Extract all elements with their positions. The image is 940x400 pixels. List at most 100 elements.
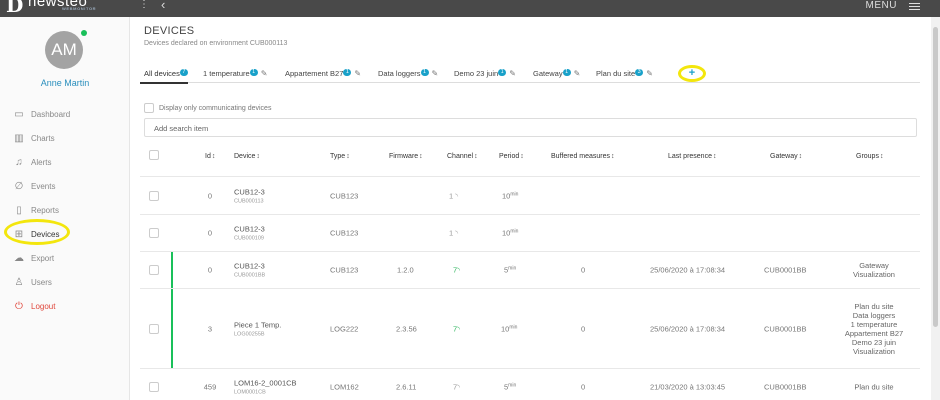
period-cell: 10min <box>502 228 519 238</box>
period-cell: 5min <box>504 265 517 275</box>
sidebar-item-label: Alerts <box>31 158 52 167</box>
pencil-icon[interactable]: ✎ <box>509 69 516 78</box>
device-name-cell[interactable]: CUB12-3 CUB000109 <box>234 225 265 242</box>
more-vertical-icon[interactable]: ⋮ <box>139 0 149 10</box>
menu-label[interactable]: MENU <box>866 0 897 11</box>
sidebar-item-logout[interactable]: ⏻ Logout <box>0 295 130 319</box>
back-chevron-icon[interactable]: ‹ <box>161 0 165 12</box>
add-group-button[interactable]: + <box>678 65 706 82</box>
tab-all-devices[interactable]: All devices 7 <box>144 69 188 78</box>
sidebar-item-dashboard[interactable]: ▭ Dashboard <box>0 103 130 127</box>
only-communicating-checkbox[interactable] <box>144 103 154 113</box>
channel-cell: 1 ◝ <box>449 191 459 200</box>
row-checkbox[interactable] <box>149 382 164 393</box>
sort-icon[interactable]: ↕ <box>799 153 803 160</box>
tab-data-loggers[interactable]: Data loggers 1 ✎ <box>378 69 438 78</box>
power-icon: ⏻ <box>15 301 23 312</box>
pencil-icon[interactable]: ✎ <box>574 69 581 78</box>
groups-cell: Plan du site Data loggers 1 temperature … <box>830 302 918 356</box>
row-checkbox[interactable] <box>149 265 164 276</box>
tab-plan-du-site[interactable]: Plan du site 3 ✎ <box>596 69 653 78</box>
avatar[interactable]: AM <box>45 31 83 69</box>
sidebar-item-label: Dashboard <box>31 110 71 119</box>
sidebar-item-alerts[interactable]: ♫ Alerts <box>0 151 130 175</box>
tab-count-badge: 1 <box>420 69 429 76</box>
row-checkbox[interactable] <box>149 190 164 201</box>
scrollbar-thumb[interactable] <box>933 27 938 327</box>
sort-icon[interactable]: ↕ <box>474 153 478 160</box>
sidebar-item-events[interactable]: ∅ Events <box>0 175 130 199</box>
table-row[interactable]: 3 Piece 1 Temp. LOG00255B LOG222 2.3.56 … <box>140 288 920 368</box>
column-header-gateway[interactable]: Gateway↕ <box>770 153 802 160</box>
table-row[interactable]: 0 CUB12-3 CUB000113 CUB123 1 ◝ 10min <box>140 176 920 214</box>
sidebar-item-charts[interactable]: ▥ Charts <box>0 127 130 151</box>
select-all-checkbox[interactable] <box>149 150 164 160</box>
period-cell: 5min <box>504 382 517 392</box>
column-header-device[interactable]: Device↕ <box>234 153 260 160</box>
pencil-icon[interactable]: ✎ <box>354 69 361 78</box>
sort-icon[interactable]: ↕ <box>256 153 260 160</box>
sidebar-item-users[interactable]: ♙ Users <box>0 271 130 295</box>
column-header-firmware[interactable]: Firmware↕ <box>389 153 423 160</box>
tab-count-badge: 1 <box>343 69 352 76</box>
group-label: Gateway <box>859 261 889 270</box>
column-header-groups[interactable]: Groups↕ <box>856 153 883 160</box>
status-bar <box>171 252 173 288</box>
tab-count-badge: 1 <box>562 69 571 76</box>
pencil-icon[interactable]: ✎ <box>261 69 268 78</box>
sort-icon[interactable]: ↕ <box>713 153 717 160</box>
group-label: Visualization <box>853 346 895 356</box>
device-name-cell[interactable]: CUB12-3 CUB0001BB <box>234 262 265 279</box>
pencil-icon[interactable]: ✎ <box>432 69 439 78</box>
sort-icon[interactable]: ↕ <box>419 153 423 160</box>
row-checkbox[interactable] <box>149 228 164 239</box>
device-name-cell[interactable]: CUB12-3 CUB000113 <box>234 187 265 204</box>
table-row[interactable]: 459 LOM16-2_0001CB LOM0001CB LOM162 2.6.… <box>140 368 920 400</box>
signal-icon: ◝ <box>457 382 461 392</box>
app-logo[interactable]: D newsteo WEBMONITOR <box>0 0 130 17</box>
column-header-channel[interactable]: Channel↕ <box>447 153 478 160</box>
column-header-last-presence[interactable]: Last presence↕ <box>668 153 716 160</box>
device-name: CUB12-3 <box>234 187 265 196</box>
device-name-cell[interactable]: LOM16-2_0001CB LOM0001CB <box>234 379 297 396</box>
sort-icon[interactable]: ↕ <box>520 153 524 160</box>
vertical-scrollbar[interactable] <box>931 17 940 400</box>
firmware: 2.3.56 <box>396 324 417 333</box>
tab-appartement-b27[interactable]: Appartement B27 1 ✎ <box>285 69 361 78</box>
search-input[interactable]: Add search item <box>144 118 917 137</box>
signal-icon: ◝ <box>455 228 459 238</box>
cloud-upload-icon: ☁ <box>14 253 24 264</box>
groups-cell: Plan du site <box>840 383 908 392</box>
online-status-dot <box>81 30 87 36</box>
sort-icon[interactable]: ↕ <box>880 153 884 160</box>
table-row[interactable]: 0 CUB12-3 CUB000109 CUB123 1 ◝ 10min <box>140 214 920 251</box>
hamburger-icon[interactable] <box>909 1 920 12</box>
user-name[interactable]: Anne Martin <box>0 78 130 88</box>
group-label: 1 temperature <box>850 319 898 329</box>
signal-icon: ◝ <box>455 191 459 200</box>
tab-gateway[interactable]: Gateway 1 ✎ <box>533 69 580 78</box>
table-row[interactable]: 0 CUB12-3 CUB0001BB CUB123 1.2.0 7◝ 5min… <box>140 251 920 288</box>
column-header-buffered-measures[interactable]: Buffered measures↕ <box>551 153 615 160</box>
tab-demo-23-juin[interactable]: Demo 23 juin 1 ✎ <box>454 69 516 78</box>
chart-icon: ▥ <box>14 133 24 144</box>
sort-icon[interactable]: ↕ <box>611 153 615 160</box>
group-label: Data loggers <box>852 310 896 320</box>
sort-icon[interactable]: ↕ <box>346 153 350 160</box>
only-communicating-filter[interactable]: Display only communicating devices <box>144 103 271 113</box>
column-header-period[interactable]: Period↕ <box>499 153 524 160</box>
sidebar-item-reports[interactable]: ▯ Reports <box>0 199 130 223</box>
device-name-cell[interactable]: Piece 1 Temp. LOG00255B <box>234 320 281 337</box>
tab-label: Plan du site <box>596 69 636 78</box>
sort-icon[interactable]: ↕ <box>212 153 216 160</box>
tab-label: Demo 23 juin <box>454 69 499 78</box>
gateway: CUB0001BB <box>764 265 807 275</box>
column-header-id[interactable]: Id↕ <box>205 153 215 160</box>
tab-1-temperature[interactable]: 1 temperature 1 ✎ <box>203 69 267 78</box>
column-header-type[interactable]: Type↕ <box>330 153 350 160</box>
table-header: Id↕ Device↕ Type↕ Firmware↕ Channel↕ Per… <box>140 144 920 176</box>
row-checkbox[interactable] <box>149 323 164 334</box>
group-label: Plan du site <box>854 301 894 311</box>
pencil-icon[interactable]: ✎ <box>646 69 653 78</box>
sidebar-item-export[interactable]: ☁ Export <box>0 247 130 271</box>
